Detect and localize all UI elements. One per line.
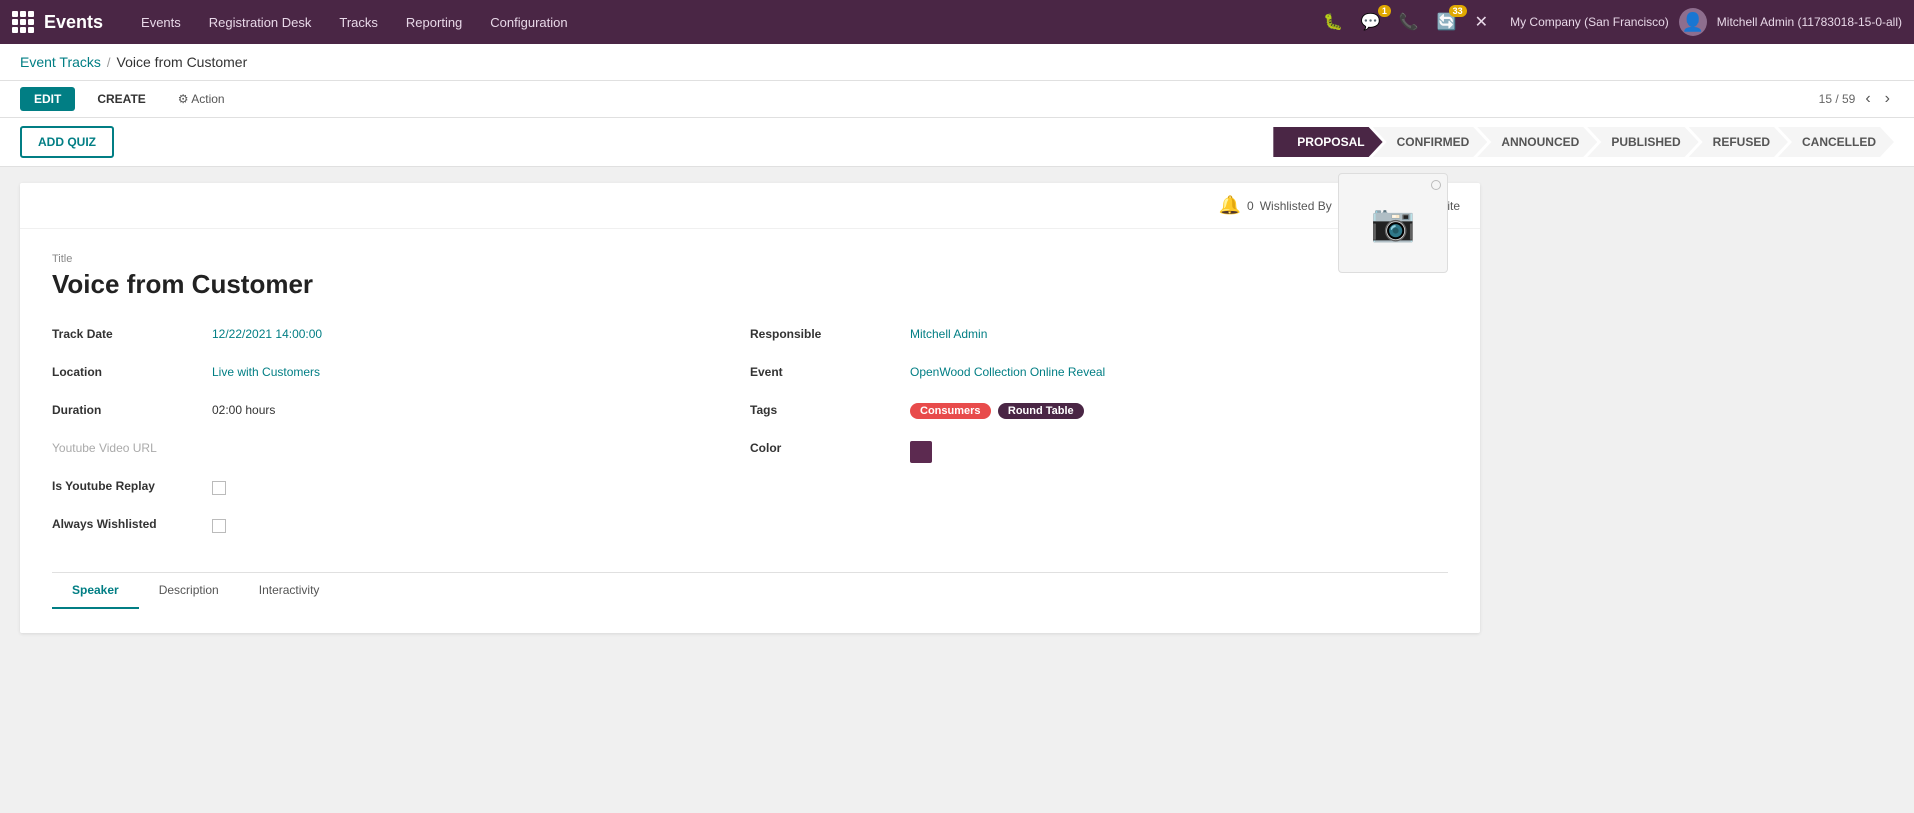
refresh-icon[interactable]: 🔄 33 <box>1433 10 1461 34</box>
field-responsible: Responsible Mitchell Admin <box>750 324 1424 352</box>
breadcrumb-parent[interactable]: Event Tracks <box>20 54 101 70</box>
breadcrumb-current: Voice from Customer <box>117 54 248 70</box>
refresh-badge: 33 <box>1449 5 1467 17</box>
pipeline-stages: PROPOSAL CONFIRMED ANNOUNCED PUBLISHED R… <box>1273 127 1894 157</box>
track-date-label: Track Date <box>52 324 212 341</box>
wishlisted-action[interactable]: 🔔 0 Wishlisted By <box>1219 195 1332 216</box>
card-tabs: Speaker Description Interactivity <box>52 572 1448 609</box>
chat-icon[interactable]: 💬 1 <box>1357 10 1385 34</box>
tags-value: Consumers Round Table <box>910 400 1424 419</box>
tag-roundtable[interactable]: Round Table <box>998 403 1084 419</box>
app-brand[interactable]: Events <box>44 12 103 33</box>
tab-speaker[interactable]: Speaker <box>52 573 139 609</box>
nav-registration-desk[interactable]: Registration Desk <box>195 0 326 44</box>
chat-badge: 1 <box>1378 5 1391 17</box>
record-card: 🔔 0 Wishlisted By 🌐 Go to Website 📷 Titl… <box>20 183 1480 633</box>
field-youtube-replay: Is Youtube Replay <box>52 476 726 504</box>
bell-icon: 🔔 <box>1219 195 1241 216</box>
status-bar: ADD QUIZ PROPOSAL CONFIRMED ANNOUNCED PU… <box>0 118 1914 167</box>
color-swatch[interactable] <box>910 441 932 463</box>
nav-configuration[interactable]: Configuration <box>476 0 581 44</box>
avatar[interactable]: 👤 <box>1679 8 1707 36</box>
form-left: Track Date 12/22/2021 14:00:00 Location … <box>52 324 750 552</box>
youtube-url-label: Youtube Video URL <box>52 438 212 455</box>
youtube-replay-value <box>212 476 726 498</box>
event-label: Event <box>750 362 910 379</box>
camera-icon: 📷 <box>1371 202 1416 244</box>
tag-consumers[interactable]: Consumers <box>910 403 991 419</box>
field-event: Event OpenWood Collection Online Reveal <box>750 362 1424 390</box>
duration-value: 02:00 hours <box>212 400 726 417</box>
color-value <box>910 438 1424 466</box>
location-label: Location <box>52 362 212 379</box>
nav-reporting[interactable]: Reporting <box>392 0 476 44</box>
duration-label: Duration <box>52 400 212 417</box>
form-grid: Track Date 12/22/2021 14:00:00 Location … <box>52 324 1448 552</box>
edit-button[interactable]: EDIT <box>20 87 75 111</box>
create-button[interactable]: CREATE <box>83 87 159 111</box>
content-area: 🔔 0 Wishlisted By 🌐 Go to Website 📷 Titl… <box>0 167 1914 649</box>
record-title: Voice from Customer <box>52 269 1448 300</box>
top-navigation: Events Events Registration Desk Tracks R… <box>0 0 1914 44</box>
wishlisted-label: Wishlisted By <box>1260 199 1332 213</box>
responsible-label: Responsible <box>750 324 910 341</box>
field-youtube-url: Youtube Video URL <box>52 438 726 466</box>
stage-proposal[interactable]: PROPOSAL <box>1273 127 1382 157</box>
stage-published[interactable]: PUBLISHED <box>1587 127 1698 157</box>
action-bar: EDIT CREATE ⚙ Action 15 / 59 ‹ › <box>0 81 1914 118</box>
breadcrumb-separator: / <box>107 55 111 70</box>
pagination-text: 15 / 59 <box>1819 92 1856 106</box>
always-wishlisted-checkbox[interactable] <box>212 519 226 533</box>
card-body: 📷 Title Voice from Customer Track Date 1… <box>20 229 1480 633</box>
stage-refused[interactable]: REFUSED <box>1689 127 1788 157</box>
photo-status-dot <box>1431 180 1441 190</box>
field-duration: Duration 02:00 hours <box>52 400 726 428</box>
youtube-replay-checkbox[interactable] <box>212 481 226 495</box>
tags-label: Tags <box>750 400 910 417</box>
color-label: Color <box>750 438 910 455</box>
pagination-area: 15 / 59 ‹ › <box>1819 88 1894 110</box>
stage-cancelled[interactable]: CANCELLED <box>1778 127 1894 157</box>
field-location: Location Live with Customers <box>52 362 726 390</box>
company-name[interactable]: My Company (San Francisco) <box>1510 15 1669 29</box>
wishlisted-count: 0 <box>1247 199 1254 213</box>
tab-interactivity[interactable]: Interactivity <box>239 573 340 609</box>
user-name: Mitchell Admin (11783018-15-0-all) <box>1717 15 1902 29</box>
nav-tracks[interactable]: Tracks <box>325 0 392 44</box>
photo-upload[interactable]: 📷 <box>1338 173 1448 273</box>
youtube-replay-label: Is Youtube Replay <box>52 476 212 493</box>
stage-announced[interactable]: ANNOUNCED <box>1477 127 1597 157</box>
nav-links: Events Registration Desk Tracks Reportin… <box>127 0 1319 44</box>
action-button[interactable]: ⚙ Action <box>168 87 235 111</box>
field-always-wishlisted: Always Wishlisted <box>52 514 726 542</box>
responsible-value[interactable]: Mitchell Admin <box>910 324 1424 341</box>
always-wishlisted-label: Always Wishlisted <box>52 514 212 531</box>
tab-description[interactable]: Description <box>139 573 239 609</box>
location-value[interactable]: Live with Customers <box>212 362 726 379</box>
next-record-button[interactable]: › <box>1881 88 1894 110</box>
breadcrumb: Event Tracks / Voice from Customer <box>0 44 1914 81</box>
phone-icon[interactable]: 📞 <box>1395 10 1423 34</box>
field-track-date: Track Date 12/22/2021 14:00:00 <box>52 324 726 352</box>
close-icon[interactable]: ✕ <box>1471 10 1492 34</box>
event-value[interactable]: OpenWood Collection Online Reveal <box>910 362 1424 379</box>
apps-grid-icon[interactable] <box>12 11 34 33</box>
card-top-actions: 🔔 0 Wishlisted By 🌐 Go to Website <box>20 183 1480 229</box>
title-label: Title <box>52 253 1448 265</box>
nav-events[interactable]: Events <box>127 0 195 44</box>
youtube-url-value[interactable] <box>212 438 726 441</box>
field-color: Color <box>750 438 1424 466</box>
stage-confirmed[interactable]: CONFIRMED <box>1373 127 1488 157</box>
form-right: Responsible Mitchell Admin Event OpenWoo… <box>750 324 1448 552</box>
bug-icon[interactable]: 🐛 <box>1319 10 1347 34</box>
track-date-value[interactable]: 12/22/2021 14:00:00 <box>212 324 726 341</box>
prev-record-button[interactable]: ‹ <box>1861 88 1874 110</box>
add-quiz-button[interactable]: ADD QUIZ <box>20 126 114 158</box>
topnav-right: 🐛 💬 1 📞 🔄 33 ✕ My Company (San Francisco… <box>1319 8 1902 36</box>
field-tags: Tags Consumers Round Table <box>750 400 1424 428</box>
always-wishlisted-value <box>212 514 726 536</box>
